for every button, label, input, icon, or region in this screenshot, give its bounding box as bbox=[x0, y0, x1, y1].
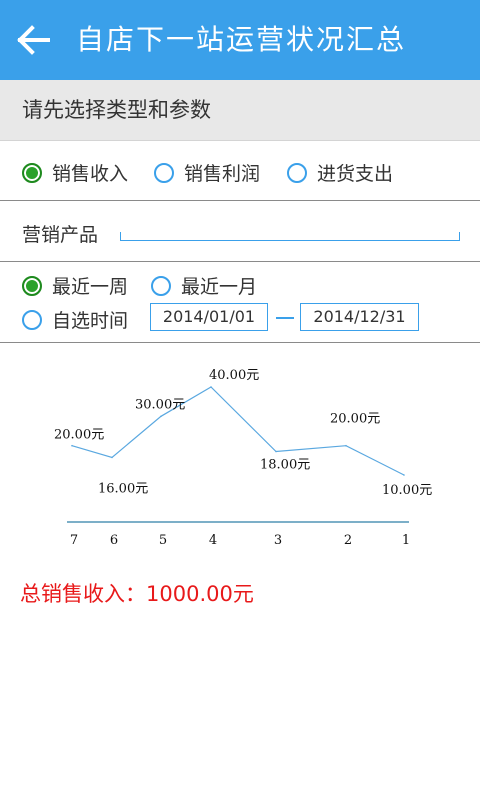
radio-sales-revenue[interactable]: 销售收入 bbox=[22, 159, 128, 186]
data-label: 30.00元 bbox=[135, 397, 185, 412]
arrow-left-icon bbox=[17, 25, 50, 55]
radio-checked-icon bbox=[22, 162, 42, 183]
data-label: 40.00元 bbox=[209, 368, 259, 383]
radio-unchecked-icon bbox=[287, 162, 307, 183]
radio-label: 进货支出 bbox=[317, 163, 394, 185]
radio-last-month[interactable]: 最近一月 bbox=[151, 272, 257, 299]
divider bbox=[0, 261, 480, 262]
input-edge bbox=[459, 232, 460, 240]
start-date-field[interactable]: 2014/01/01 bbox=[150, 303, 268, 331]
radio-label: 销售利润 bbox=[184, 163, 261, 185]
radio-last-week[interactable]: 最近一周 bbox=[22, 272, 128, 299]
radio-label: 最近一周 bbox=[52, 276, 129, 298]
total-sales-summary: 总销售收入：1000.00元 bbox=[20, 578, 254, 608]
product-input[interactable] bbox=[120, 224, 460, 241]
radio-sales-profit[interactable]: 销售利润 bbox=[154, 159, 260, 186]
radio-label: 销售收入 bbox=[52, 163, 129, 185]
radio-unchecked-icon bbox=[154, 162, 174, 183]
data-point bbox=[210, 386, 212, 388]
x-tick-label: 6 bbox=[110, 533, 118, 548]
data-point bbox=[345, 444, 347, 447]
page-title: 自店下一站运营状况汇总 bbox=[76, 23, 407, 56]
x-tick-label: 7 bbox=[70, 533, 78, 548]
divider bbox=[0, 342, 480, 343]
end-date-field[interactable]: 2014/12/31 bbox=[300, 303, 419, 331]
input-edge bbox=[120, 232, 121, 240]
data-point bbox=[403, 474, 405, 476]
radio-unchecked-icon bbox=[22, 309, 42, 330]
total-label: 总销售收入： bbox=[20, 582, 146, 606]
x-tick-label: 5 bbox=[159, 533, 167, 548]
x-tick-label: 2 bbox=[344, 533, 352, 548]
series-line bbox=[71, 386, 405, 476]
radio-label: 最近一月 bbox=[181, 276, 258, 298]
radio-checked-icon bbox=[22, 275, 42, 296]
back-button[interactable] bbox=[14, 20, 58, 60]
data-point bbox=[275, 450, 277, 453]
data-point bbox=[71, 444, 73, 447]
data-label: 18.00元 bbox=[260, 458, 310, 473]
radio-purchase-expense[interactable]: 进货支出 bbox=[287, 159, 393, 186]
sales-line-chart: 20.00元 7 16.00元 6 30.00元 5 40.00元 4 18.00元 3 20.00… bbox=[54, 368, 432, 548]
data-label: 10.00元 bbox=[382, 483, 432, 498]
x-tick-label: 3 bbox=[274, 533, 282, 548]
data-label: 20.00元 bbox=[330, 412, 380, 427]
date-range-dash bbox=[276, 317, 294, 319]
data-label: 20.00元 bbox=[54, 428, 104, 443]
product-label: 营销产品 bbox=[22, 224, 99, 246]
data-point bbox=[160, 415, 162, 418]
section-header: 请先选择类型和参数 bbox=[0, 80, 480, 141]
radio-label: 自选时间 bbox=[52, 310, 129, 332]
divider bbox=[0, 200, 480, 201]
x-tick-label: 1 bbox=[402, 533, 410, 548]
x-tick-label: 4 bbox=[209, 533, 217, 548]
radio-unchecked-icon bbox=[151, 275, 171, 296]
data-label: 16.00元 bbox=[98, 481, 148, 496]
app-header: 自店下一站运营状况汇总 bbox=[0, 0, 480, 80]
radio-custom-time[interactable]: 自选时间 bbox=[22, 306, 128, 333]
total-value: 1000.00元 bbox=[146, 582, 254, 606]
section-title: 请先选择类型和参数 bbox=[22, 98, 211, 122]
data-point bbox=[111, 456, 113, 459]
